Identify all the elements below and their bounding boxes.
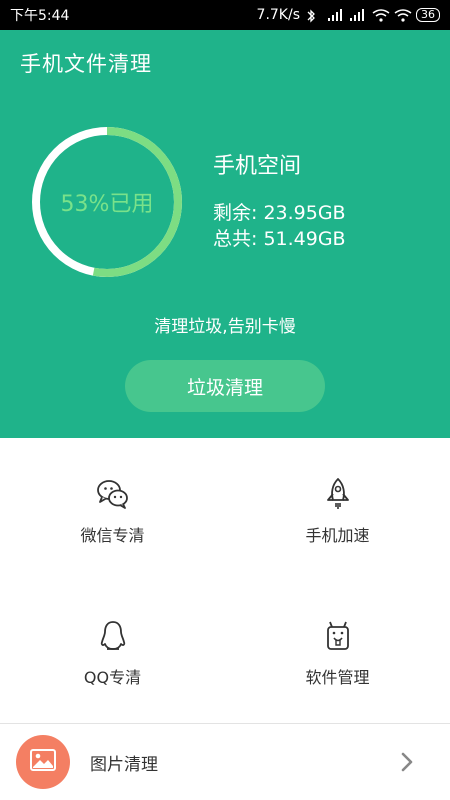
signal-icon-2 — [350, 9, 366, 21]
feature-label: QQ专清 — [83, 668, 142, 687]
battery-indicator: 36 — [416, 8, 440, 22]
chevron-right-icon — [398, 750, 416, 774]
feature-grid: 微信专清 手机加速 QQ专清 软件管理 — [0, 438, 450, 723]
status-indicators: 7.7K/s 36 — [257, 7, 440, 23]
storage-total: 总共: 51.49GB — [213, 228, 346, 250]
image-icon — [30, 749, 56, 775]
signal-icon-1 — [328, 9, 344, 21]
photo-icon-badge — [16, 735, 70, 789]
network-speed: 7.7K/s — [256, 7, 300, 23]
photo-clean-row[interactable]: 图片清理 — [0, 724, 450, 800]
storage-remaining: 剩余: 23.95GB — [213, 202, 346, 224]
bluetooth-icon — [306, 9, 322, 23]
wifi-icon-1 — [372, 9, 390, 22]
storage-usage-ring: 53%已用 — [30, 125, 184, 279]
slogan-text: 清理垃圾,告别卡慢 — [154, 317, 296, 337]
storage-info: 手机空间 剩余: 23.95GB 总共: 51.49GB — [213, 148, 346, 252]
status-time: 下午5:44 — [10, 8, 70, 24]
feature-qq-clean[interactable]: QQ专清 — [0, 580, 225, 722]
wifi-icon-2 — [394, 9, 412, 22]
storage-header: 手机文件清理 53%已用 手机空间 剩余: 23.95GB 总共: 51.49G… — [0, 30, 450, 438]
photo-clean-label: 图片清理 — [90, 754, 158, 775]
wechat-icon — [95, 476, 131, 512]
feature-wechat-clean[interactable]: 微信专清 — [0, 438, 225, 580]
status-bar: 下午5:44 7.7K/s 36 — [0, 0, 450, 30]
feature-label: 软件管理 — [305, 668, 370, 687]
junk-clean-button[interactable]: 垃圾清理 — [125, 360, 325, 412]
usage-percent-label: 53%已用 — [60, 192, 154, 217]
feature-phone-boost[interactable]: 手机加速 — [225, 438, 450, 580]
feature-label: 手机加速 — [305, 526, 370, 545]
feature-label: 微信专清 — [80, 526, 145, 545]
feature-app-manage[interactable]: 软件管理 — [225, 580, 450, 722]
storage-title: 手机空间 — [213, 154, 302, 179]
rocket-icon — [320, 476, 356, 512]
page-title: 手机文件清理 — [20, 52, 152, 76]
android-app-icon — [320, 618, 356, 654]
qq-penguin-icon — [95, 618, 131, 654]
